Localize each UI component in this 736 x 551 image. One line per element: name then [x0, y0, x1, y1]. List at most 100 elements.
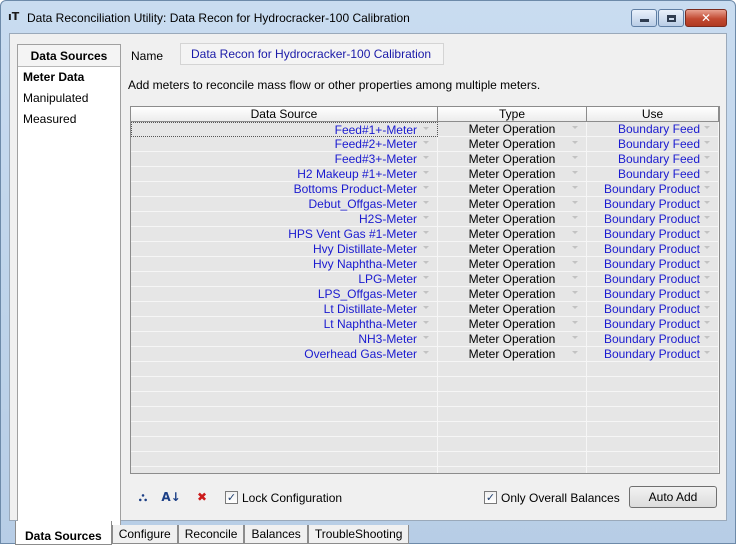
- chevron-down-icon[interactable]: [572, 201, 578, 204]
- type-cell[interactable]: Meter Operation: [438, 272, 587, 287]
- chevron-down-icon[interactable]: [423, 171, 429, 174]
- maximize-button[interactable]: [658, 9, 684, 27]
- column-header-type[interactable]: Type: [438, 107, 587, 122]
- chevron-down-icon[interactable]: [704, 246, 710, 249]
- type-cell[interactable]: Meter Operation: [438, 227, 587, 242]
- chevron-down-icon[interactable]: [704, 321, 710, 324]
- type-cell[interactable]: Meter Operation: [438, 242, 587, 257]
- use-cell[interactable]: Boundary Product: [587, 302, 719, 317]
- chevron-down-icon[interactable]: [704, 351, 710, 354]
- chevron-down-icon[interactable]: [423, 276, 429, 279]
- column-header-use[interactable]: Use: [587, 107, 719, 122]
- data-source-cell[interactable]: Lt Naphtha-Meter: [131, 317, 438, 332]
- table-row[interactable]: Feed#2+-Meter Meter Operation Boundary Fee…: [131, 137, 719, 152]
- type-cell[interactable]: [438, 392, 587, 407]
- chevron-down-icon[interactable]: [704, 276, 710, 279]
- data-source-cell[interactable]: H2S-Meter: [131, 212, 438, 227]
- type-cell[interactable]: [438, 407, 587, 422]
- use-cell[interactable]: Boundary Product: [587, 332, 719, 347]
- use-cell[interactable]: [587, 407, 719, 422]
- chevron-down-icon[interactable]: [423, 306, 429, 309]
- chevron-down-icon[interactable]: [423, 351, 429, 354]
- data-source-cell[interactable]: [131, 362, 438, 377]
- table-row[interactable]: NH3-Meter Meter Operation Boundary Product: [131, 332, 719, 347]
- data-source-cell[interactable]: Hvy Naphtha-Meter: [131, 257, 438, 272]
- use-cell[interactable]: Boundary Product: [587, 347, 719, 362]
- type-cell[interactable]: Meter Operation: [438, 287, 587, 302]
- use-cell[interactable]: [587, 362, 719, 377]
- chevron-down-icon[interactable]: [704, 141, 710, 144]
- type-cell[interactable]: Meter Operation: [438, 152, 587, 167]
- chevron-down-icon[interactable]: [572, 306, 578, 309]
- use-cell[interactable]: Boundary Product: [587, 287, 719, 302]
- chevron-down-icon[interactable]: [423, 231, 429, 234]
- chevron-down-icon[interactable]: [423, 321, 429, 324]
- data-source-cell[interactable]: Bottoms Product-Meter: [131, 182, 438, 197]
- chevron-down-icon[interactable]: [423, 246, 429, 249]
- table-row[interactable]: [131, 452, 719, 467]
- nav-item-manipulated[interactable]: Manipulated: [18, 88, 120, 109]
- title-bar[interactable]: ıT Data Reconciliation Utility: Data Rec…: [1, 1, 735, 33]
- data-source-cell[interactable]: Debut_Offgas-Meter: [131, 197, 438, 212]
- chevron-down-icon[interactable]: [572, 336, 578, 339]
- data-source-cell[interactable]: LPG-Meter: [131, 272, 438, 287]
- use-cell[interactable]: [587, 452, 719, 467]
- type-cell[interactable]: [438, 437, 587, 452]
- use-cell[interactable]: [587, 422, 719, 437]
- tab-troubleshooting[interactable]: TroubleShooting: [307, 525, 410, 544]
- chevron-down-icon[interactable]: [572, 261, 578, 264]
- table-row[interactable]: Lt Naphtha-Meter Meter Operation Boundary …: [131, 317, 719, 332]
- chevron-down-icon[interactable]: [572, 351, 578, 354]
- chevron-down-icon[interactable]: [704, 291, 710, 294]
- chevron-down-icon[interactable]: [423, 127, 429, 130]
- column-header-data-source[interactable]: Data Source: [131, 107, 438, 122]
- chevron-down-icon[interactable]: [704, 261, 710, 264]
- chevron-down-icon[interactable]: [572, 276, 578, 279]
- type-cell[interactable]: Meter Operation: [438, 197, 587, 212]
- use-cell[interactable]: Boundary Product: [587, 182, 719, 197]
- data-source-cell[interactable]: [131, 452, 438, 467]
- table-row[interactable]: Feed#3+-Meter Meter Operation Boundary Fee…: [131, 152, 719, 167]
- data-source-cell[interactable]: Feed#3+-Meter: [131, 152, 438, 167]
- type-cell[interactable]: Meter Operation: [438, 332, 587, 347]
- data-source-cell[interactable]: Feed#2+-Meter: [131, 137, 438, 152]
- chevron-down-icon[interactable]: [704, 126, 710, 129]
- use-cell[interactable]: Boundary Feed: [587, 137, 719, 152]
- lock-configuration-checkbox[interactable]: ✓: [225, 491, 238, 504]
- chevron-down-icon[interactable]: [572, 141, 578, 144]
- table-row[interactable]: [131, 467, 719, 473]
- tab-balances[interactable]: Balances: [244, 525, 308, 544]
- chevron-down-icon[interactable]: [423, 261, 429, 264]
- data-source-cell[interactable]: Lt Distillate-Meter: [131, 302, 438, 317]
- auto-add-button[interactable]: Auto Add: [629, 486, 717, 508]
- data-source-cell[interactable]: [131, 467, 438, 473]
- chevron-down-icon[interactable]: [423, 156, 429, 159]
- data-source-cell[interactable]: [131, 437, 438, 452]
- chevron-down-icon[interactable]: [423, 141, 429, 144]
- data-source-cell[interactable]: LPS_Offgas-Meter: [131, 287, 438, 302]
- use-cell[interactable]: Boundary Product: [587, 197, 719, 212]
- use-cell[interactable]: Boundary Product: [587, 242, 719, 257]
- table-row[interactable]: [131, 407, 719, 422]
- data-source-cell[interactable]: [131, 392, 438, 407]
- table-row[interactable]: Feed#1+-Meter Meter Operation Boundary Fee…: [131, 122, 719, 137]
- chevron-down-icon[interactable]: [572, 231, 578, 234]
- nav-item-meter-data[interactable]: Meter Data: [18, 67, 120, 88]
- chevron-down-icon[interactable]: [572, 171, 578, 174]
- binoculars-icon[interactable]: ⛬: [134, 488, 152, 506]
- use-cell[interactable]: Boundary Feed: [587, 152, 719, 167]
- use-cell[interactable]: [587, 392, 719, 407]
- close-button[interactable]: ✕: [685, 9, 727, 27]
- table-row[interactable]: Bottoms Product-Meter Meter Operation Boun…: [131, 182, 719, 197]
- type-cell[interactable]: Meter Operation: [438, 167, 587, 182]
- type-cell[interactable]: [438, 362, 587, 377]
- type-cell[interactable]: [438, 452, 587, 467]
- only-overall-balances-checkbox[interactable]: ✓: [484, 491, 497, 504]
- use-cell[interactable]: Boundary Feed: [587, 122, 719, 137]
- table-row[interactable]: Debut_Offgas-Meter Meter Operation Boundar…: [131, 197, 719, 212]
- use-cell[interactable]: Boundary Product: [587, 317, 719, 332]
- sort-az-icon[interactable]: A↓: [161, 488, 180, 506]
- data-source-cell[interactable]: NH3-Meter: [131, 332, 438, 347]
- chevron-down-icon[interactable]: [704, 156, 710, 159]
- name-field[interactable]: Data Recon for Hydrocracker-100 Calibrat…: [180, 43, 444, 65]
